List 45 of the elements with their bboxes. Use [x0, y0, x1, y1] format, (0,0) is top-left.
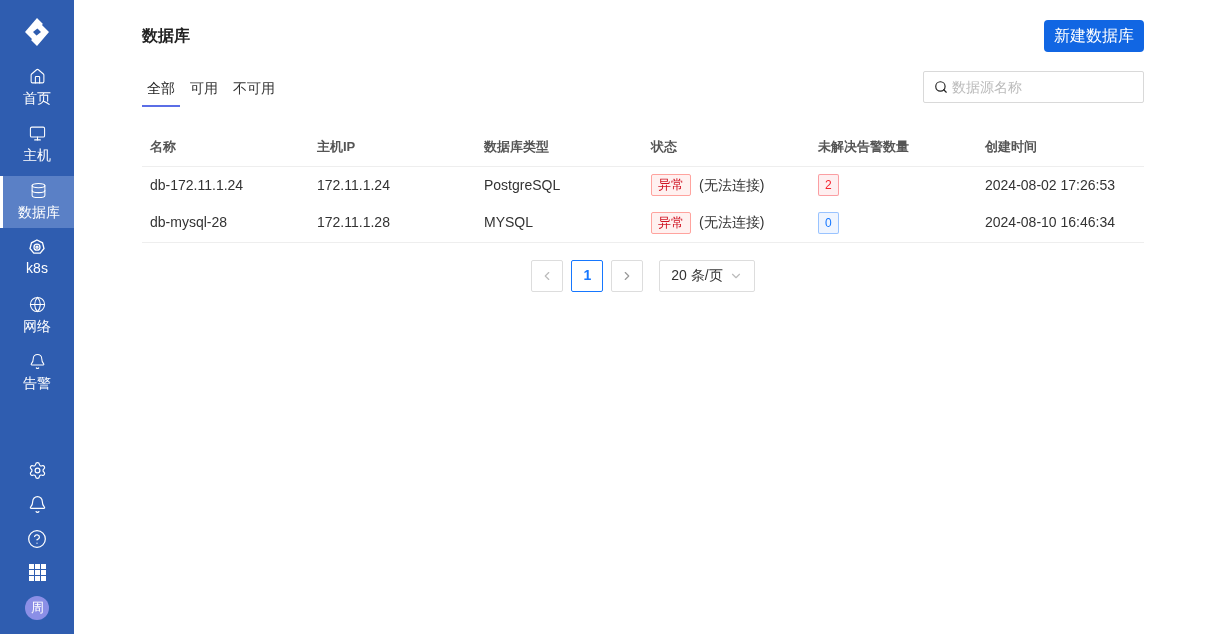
search-field[interactable]: 数据源名称	[923, 71, 1144, 103]
column-header: 名称	[142, 128, 309, 166]
column-header: 数据库类型	[476, 128, 643, 166]
page-button[interactable]: 1	[571, 259, 604, 292]
status-tag: 异常	[651, 174, 691, 197]
sidebar-item[interactable]: 首页	[0, 62, 74, 114]
status-note: (无法连接)	[699, 213, 765, 233]
sidebar-item[interactable]: 网络	[0, 290, 74, 342]
sidebar-item[interactable]: 数据库	[0, 176, 74, 228]
column-header: 状态	[643, 128, 810, 166]
filter-tab[interactable]: 不可用	[228, 71, 280, 107]
table-cell: db-mysql-28	[142, 204, 309, 242]
page-size-select[interactable]: 20 条/页	[659, 259, 755, 292]
table-cell: 2024-08-02 17:26:53	[977, 166, 1144, 204]
help-icon[interactable]	[27, 529, 47, 549]
filter-tab[interactable]: 全部	[142, 71, 180, 107]
settings-icon[interactable]	[27, 461, 47, 480]
home-icon	[28, 67, 46, 85]
table-cell: db-172.11.1.24	[142, 166, 309, 204]
table-cell: 2024-08-10 16:46:34	[977, 204, 1144, 242]
wheel-icon	[29, 239, 45, 255]
database-icon	[30, 181, 47, 199]
table-cell: 172.11.1.24	[309, 166, 476, 204]
table-cell: MYSQL	[476, 204, 643, 242]
alert-count: 2	[818, 174, 839, 197]
bell-icon[interactable]	[27, 495, 47, 514]
table-cell: PostgreSQL	[476, 166, 643, 204]
sidebar-item[interactable]: 主机	[0, 119, 74, 171]
search-icon	[934, 80, 948, 94]
status-note: (无法连接)	[699, 175, 765, 195]
sidebar-item[interactable]: 告警	[0, 347, 74, 399]
page-title: 数据库	[142, 26, 190, 46]
monitor-icon	[28, 124, 46, 142]
new-database-button[interactable]: 新建数据库	[1044, 20, 1144, 52]
alert-count: 0	[818, 211, 839, 234]
bell-icon	[28, 352, 46, 370]
apps-grid-icon[interactable]	[28, 564, 46, 581]
filter-tab[interactable]: 可用	[185, 71, 223, 107]
table-cell: 172.11.1.28	[309, 204, 476, 242]
column-header: 创建时间	[977, 128, 1144, 166]
sidebar-item[interactable]: k8s	[0, 233, 74, 285]
globe-icon	[28, 295, 46, 313]
column-header: 主机IP	[309, 128, 476, 166]
column-header: 未解决告警数量	[810, 128, 977, 166]
status-tag: 异常	[651, 211, 691, 234]
